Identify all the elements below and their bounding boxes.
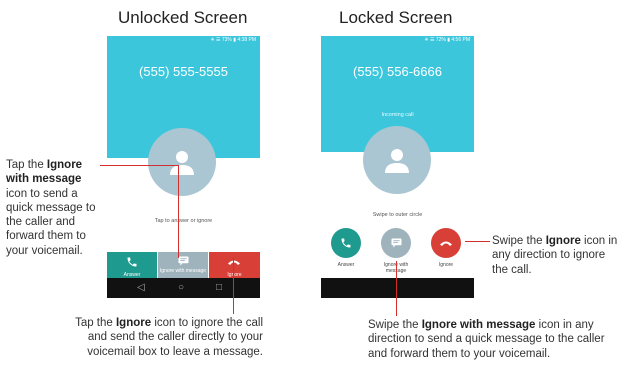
answer-label: Answer: [337, 262, 355, 268]
incoming-call-label: Incoming call: [381, 112, 414, 118]
leader-line-ignore-msg-bottom-right: [396, 261, 397, 316]
leader-line-ignore-msg-left-vertical: [178, 165, 179, 258]
caller-avatar: [363, 126, 431, 194]
android-nav-bar: [321, 278, 474, 298]
answer-button[interactable]: Answer: [107, 252, 157, 281]
swipe-hint: Swipe to outer circle: [372, 212, 423, 218]
hang-up-icon: [228, 260, 240, 265]
unlocked-screen-title: Unlocked Screen: [118, 8, 248, 27]
annotation-ignore-with-message-tap: Tap the Ignore with message icon to send…: [6, 159, 96, 257]
ignore-with-message-button[interactable]: Ignore with message: [158, 252, 208, 281]
person-icon: [385, 149, 409, 173]
answer-button[interactable]: [331, 228, 361, 258]
home-button[interactable]: ○: [178, 282, 184, 293]
message-icon: [178, 256, 189, 266]
unlocked-phone: ✳ ☰ 73% ▮ 4:38 PM (555) 555-5555 Incomin…: [107, 36, 260, 298]
caller-avatar: [148, 128, 216, 196]
tap-hint: Tap to answer or ignore: [154, 218, 213, 224]
ignore-with-message-label: Ignore with message: [159, 268, 207, 274]
recent-apps-button[interactable]: □: [216, 282, 222, 293]
caller-number: (555) 556-6666: [353, 64, 442, 79]
ignore-label: Ignore: [438, 262, 454, 268]
locked-screen-title: Locked Screen: [339, 8, 453, 27]
leader-line-ignore-right: [465, 241, 490, 242]
phone-icon: [341, 238, 351, 248]
back-button[interactable]: ◁: [137, 282, 145, 293]
leader-line-ignore-msg-left: [100, 165, 178, 166]
ignore-button[interactable]: [431, 228, 461, 258]
status-bar: ✳ ☰ 73% ▮ 4:38 PM: [210, 37, 256, 43]
message-icon: [391, 238, 402, 248]
status-bar: ✳ ☰ 72% ▮ 4:56 PM: [424, 37, 470, 43]
leader-line-ignore-bottom: [233, 258, 234, 314]
locked-phone: ✳ ☰ 72% ▮ 4:56 PM (555) 556-6666 Incomin…: [321, 36, 474, 298]
hang-up-icon: [440, 241, 452, 246]
annotation-ignore-swipe: Swipe the Ignore icon in any direction t…: [492, 235, 618, 276]
phone-icon: [127, 257, 137, 267]
android-nav-bar: ◁ ○ □: [107, 278, 260, 298]
annotation-ignore-tap: Tap the Ignore icon to ignore the call a…: [75, 317, 263, 358]
caller-number: (555) 555-5555: [139, 64, 228, 79]
ignore-button[interactable]: Ignore: [209, 252, 260, 281]
annotation-ignore-with-message-swipe: Swipe the Ignore with message icon in an…: [368, 319, 605, 360]
person-icon: [170, 151, 194, 175]
ignore-with-message-button[interactable]: [381, 228, 411, 258]
